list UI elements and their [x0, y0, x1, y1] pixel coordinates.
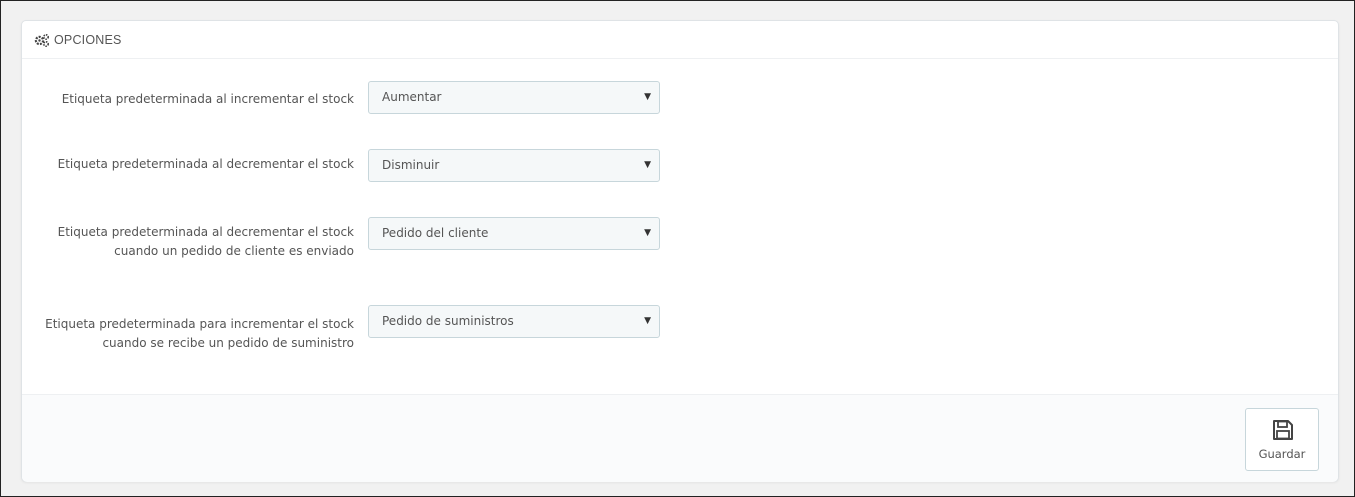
- select-value: Pedido del cliente: [382, 226, 489, 240]
- panel-title: OPCIONES: [54, 32, 122, 47]
- cogs-icon: [34, 33, 50, 47]
- select-value: Pedido de suministros: [382, 314, 514, 328]
- panel-footer: Guardar: [22, 394, 1338, 482]
- select-value: Disminuir: [382, 158, 440, 172]
- option-label-decrement: Etiqueta predeterminada al decrementar e…: [57, 157, 354, 171]
- supply-order-label-select[interactable]: Pedido de suministros ▼: [368, 305, 660, 338]
- select-value: Aumentar: [382, 90, 442, 104]
- option-label-increment: Etiqueta predeterminada al incrementar e…: [61, 92, 354, 106]
- save-button-label: Guardar: [1258, 447, 1306, 461]
- window-frame: OPCIONES Etiqueta predeterminada al incr…: [0, 0, 1355, 497]
- option-label-customer-order: Etiqueta predeterminada al decrementar e…: [57, 225, 354, 258]
- caret-down-icon: ▼: [644, 228, 651, 238]
- caret-down-icon: ▼: [644, 92, 651, 102]
- increment-label-select[interactable]: Aumentar ▼: [368, 81, 660, 114]
- decrement-label-select[interactable]: Disminuir ▼: [368, 149, 660, 182]
- customer-order-label-select[interactable]: Pedido del cliente ▼: [368, 217, 660, 250]
- panel-heading: OPCIONES: [22, 21, 1338, 59]
- save-button[interactable]: Guardar: [1245, 408, 1319, 471]
- options-panel: OPCIONES Etiqueta predeterminada al incr…: [21, 20, 1339, 482]
- caret-down-icon: ▼: [644, 160, 651, 170]
- caret-down-icon: ▼: [644, 316, 651, 326]
- floppy-disk-icon: [1272, 419, 1294, 445]
- option-label-supply-order: Etiqueta predeterminada para incrementar…: [45, 317, 354, 350]
